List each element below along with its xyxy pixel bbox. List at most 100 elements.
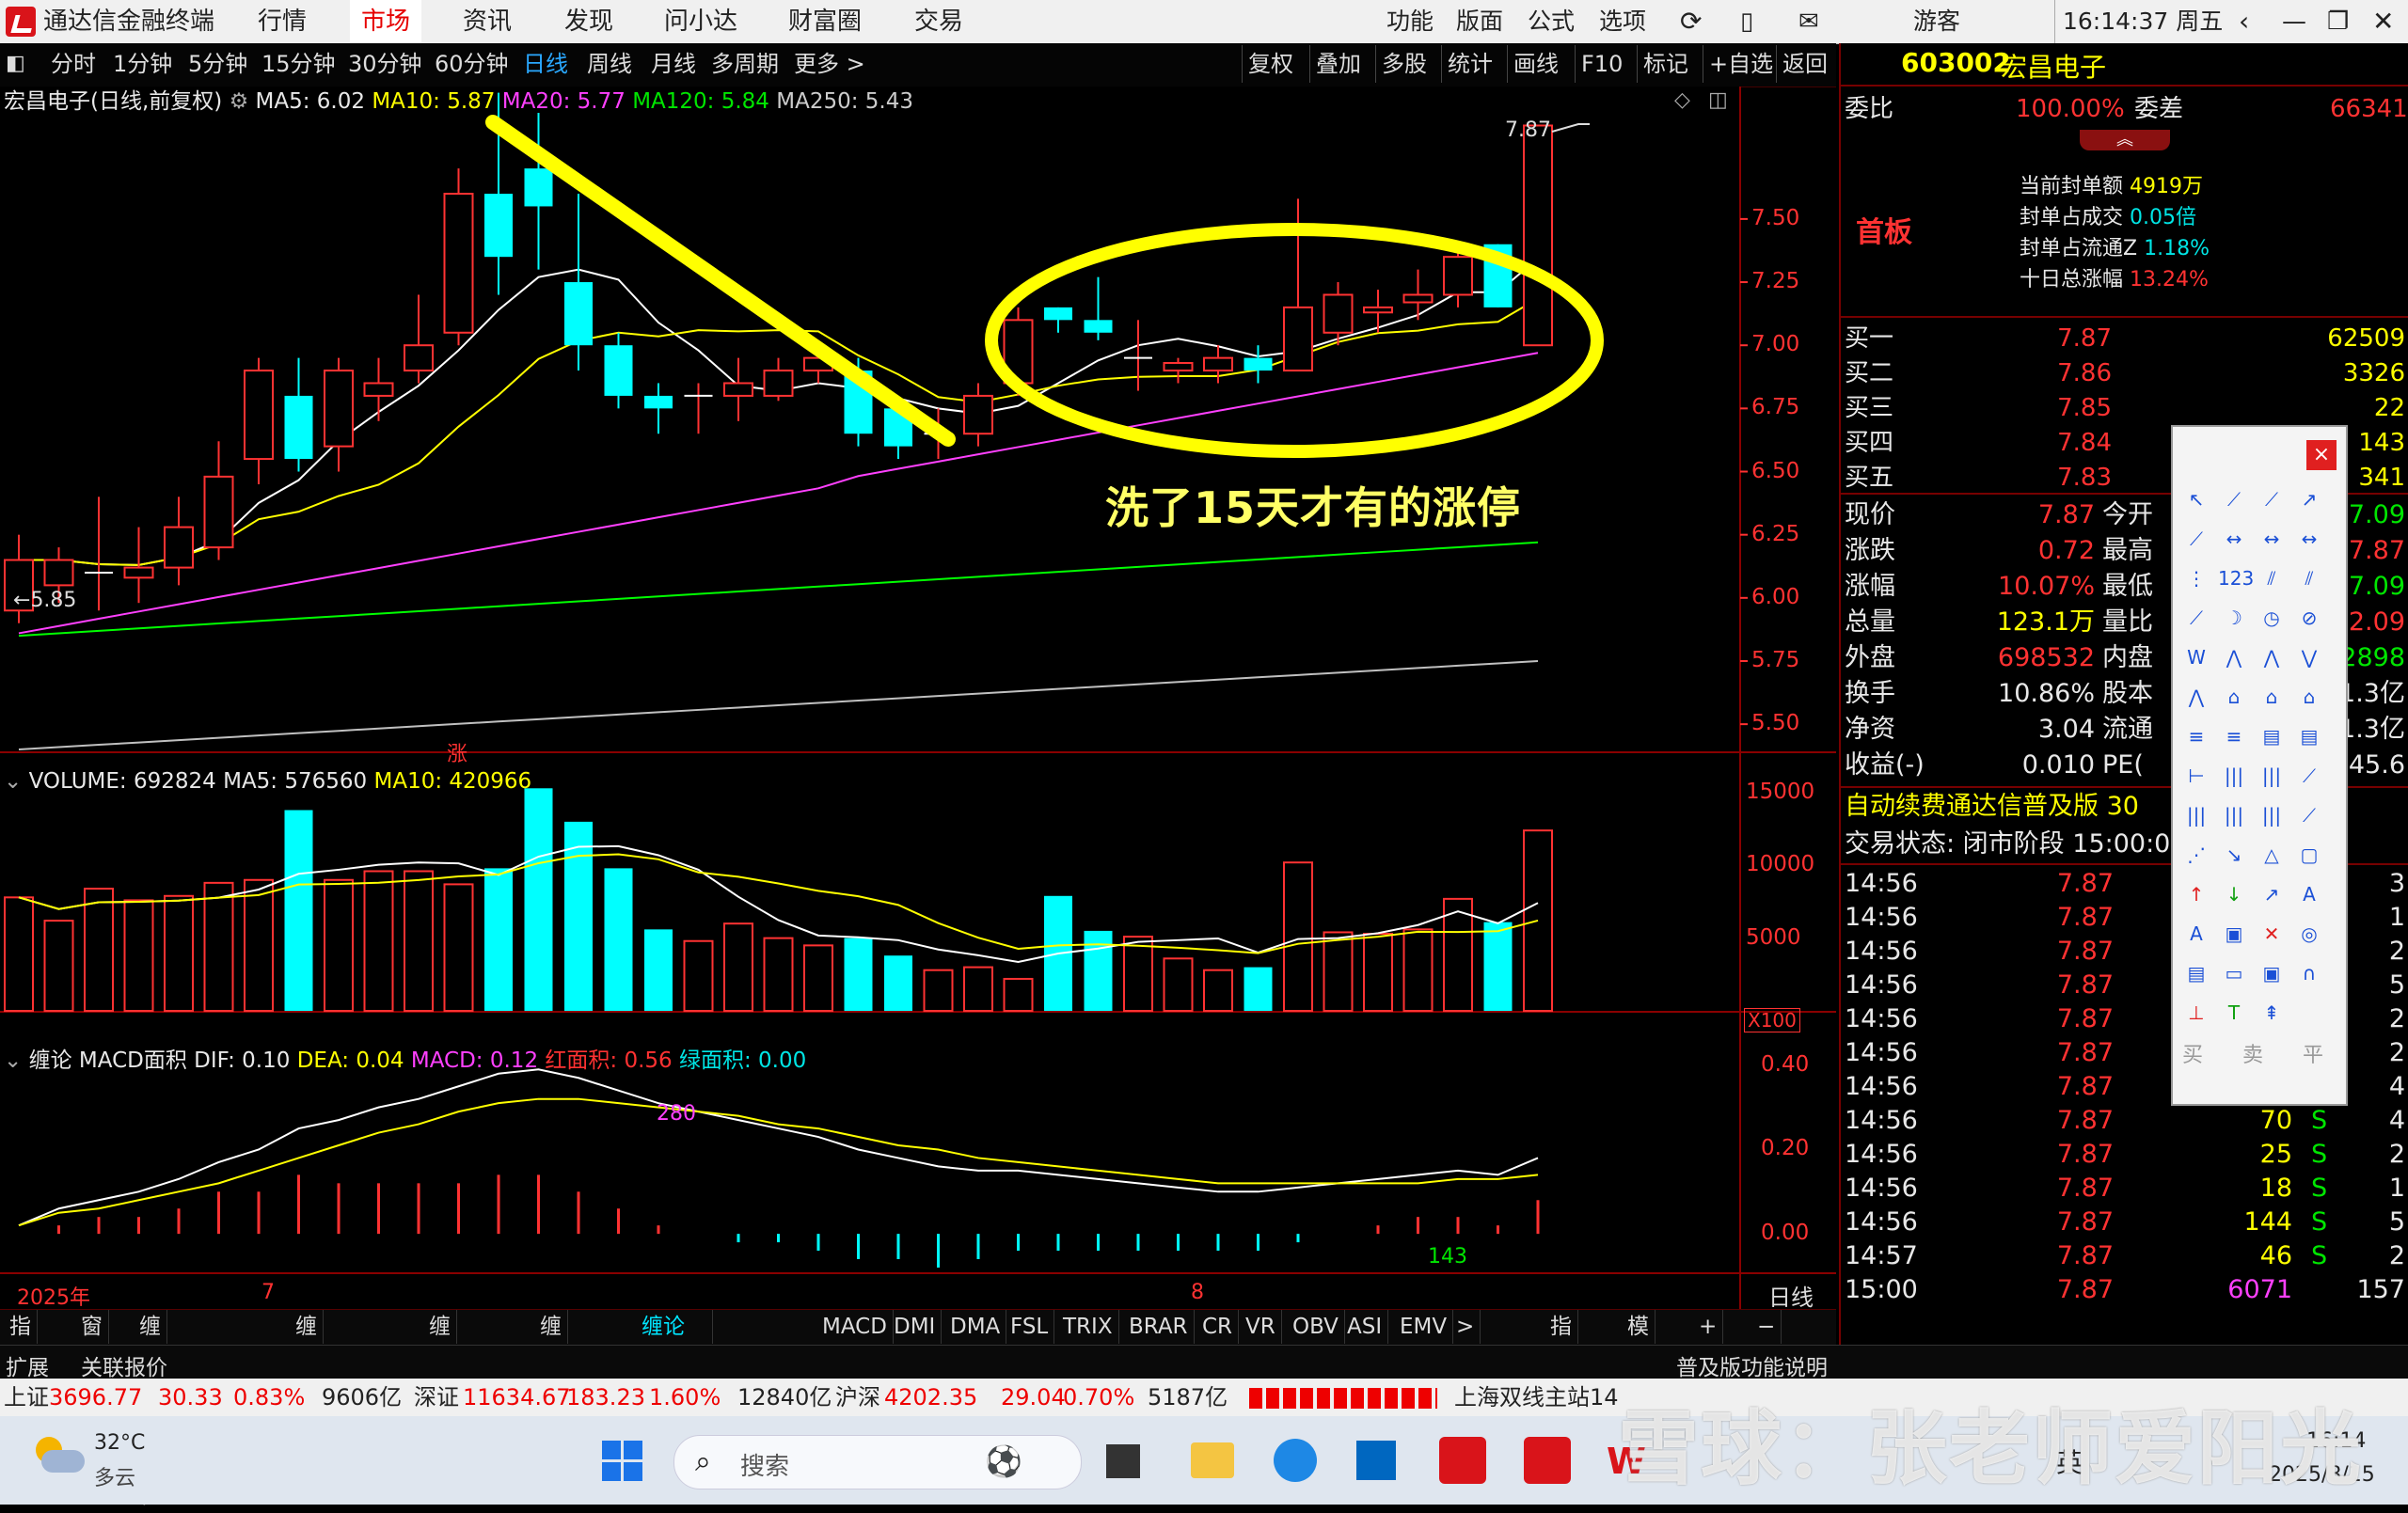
collapse-icon[interactable]: ︽: [2080, 130, 2170, 150]
volume-bar[interactable]: [203, 881, 234, 1012]
volume-bar[interactable]: [363, 870, 394, 1013]
period-1min[interactable]: 1分钟: [113, 43, 172, 85]
draw-tool-icon[interactable]: 123: [2218, 564, 2254, 592]
draw-tool-icon[interactable]: ⌂: [2218, 683, 2250, 711]
draw-tool-icon[interactable]: ☽: [2218, 604, 2250, 632]
period-daily[interactable]: 日线: [523, 43, 568, 85]
draw-tool-icon[interactable]: |||: [2256, 762, 2288, 790]
draw-tool-icon[interactable]: ⊥: [2180, 999, 2212, 1027]
volume-bar[interactable]: [1123, 936, 1153, 1012]
draw-tool-icon[interactable]: ↑: [2180, 880, 2212, 908]
draw-tool-icon[interactable]: |||: [2180, 801, 2212, 829]
period-60min[interactable]: 60分钟: [435, 43, 509, 85]
menu-hangqing[interactable]: 行情: [258, 0, 307, 43]
phone-icon[interactable]: ▯: [1740, 0, 1753, 43]
draw-tool-icon[interactable]: ▢: [2293, 841, 2325, 869]
indicator-right-tab[interactable]: +: [1693, 1310, 1724, 1344]
draw-tool-icon[interactable]: ⋁: [2293, 643, 2325, 671]
indicator-tab[interactable]: 缠论 MACD面积: [636, 1310, 713, 1407]
draw-tool-icon[interactable]: ▤: [2180, 959, 2212, 987]
indicator-right-tab[interactable]: 模 板: [1622, 1310, 1656, 1373]
toggle-panel-icon[interactable]: ◧: [6, 43, 25, 85]
draw-tool-icon[interactable]: ∩: [2293, 959, 2325, 987]
windows-start-icon[interactable]: [602, 1441, 643, 1482]
indicator-tab[interactable]: ASI: [1341, 1310, 1389, 1344]
indicator-tab[interactable]: 窗口: [75, 1310, 109, 1373]
period-5min[interactable]: 5分钟: [188, 43, 247, 85]
draw-tool-icon[interactable]: |||: [2256, 801, 2288, 829]
volume-bar[interactable]: [404, 870, 434, 1013]
draw-tool-icon[interactable]: ◎: [2293, 920, 2325, 948]
period-more[interactable]: 更多 >: [794, 43, 865, 85]
volume-bar[interactable]: [763, 937, 794, 1012]
volume-menu-icon[interactable]: ⌄: [4, 769, 22, 794]
menu-gongneng[interactable]: 功能: [1386, 0, 1434, 43]
volume-bar[interactable]: [123, 899, 154, 1012]
volume-bar[interactable]: [644, 929, 673, 1011]
btn-zixuan[interactable]: +自选: [1703, 45, 1779, 83]
period-15min[interactable]: 15分钟: [261, 43, 336, 85]
restore-icon[interactable]: ❐: [2327, 0, 2349, 43]
promo-text[interactable]: 自动续费通达信普及版 30: [1845, 790, 2139, 824]
taskbar-search[interactable]: ⌕ 搜索 ⚽: [673, 1435, 1082, 1489]
bid-price[interactable]: 7.87: [1980, 322, 2112, 355]
indicator-tab[interactable]: CR: [1196, 1310, 1240, 1344]
layout-icon[interactable]: ◫: [1708, 88, 1728, 112]
draw-tool-icon[interactable]: ▣: [2218, 920, 2250, 948]
bid-price[interactable]: 7.83: [1980, 461, 2112, 495]
draw-tool-icon[interactable]: ↖: [2180, 485, 2212, 513]
draw-tool-icon[interactable]: ▤: [2256, 722, 2288, 750]
candle[interactable]: [443, 168, 474, 346]
volume-bar[interactable]: [923, 969, 954, 1013]
task-view-icon[interactable]: [1106, 1444, 1140, 1478]
draw-tool-icon[interactable]: ⫽: [2293, 564, 2325, 592]
draw-tool-icon[interactable]: ↓: [2218, 880, 2250, 908]
store-icon[interactable]: [1356, 1441, 1396, 1480]
indicator-tab[interactable]: 缠论 笔段: [423, 1310, 457, 1441]
draw-tool-icon[interactable]: ▤: [2293, 722, 2325, 750]
volume-bar[interactable]: [723, 922, 753, 1012]
message-icon[interactable]: ✉: [1798, 0, 1819, 43]
draw-tool-icon[interactable]: ⋰: [2180, 841, 2212, 869]
tdx2-taskbar-icon[interactable]: [1524, 1437, 1571, 1484]
draw-tool-icon[interactable]: ⟋: [2180, 525, 2212, 553]
volume-bar[interactable]: [1283, 861, 1313, 1013]
period-weekly[interactable]: 周线: [587, 43, 632, 85]
bid-price[interactable]: 7.86: [1980, 356, 2112, 390]
volume-bar[interactable]: [4, 896, 34, 1012]
draw-tool-icon[interactable]: △: [2256, 841, 2288, 869]
tdx-taskbar-icon[interactable]: [1439, 1437, 1486, 1484]
volume-bar[interactable]: [963, 966, 993, 1013]
btn-huaxian[interactable]: 画线: [1507, 45, 1564, 83]
volume-bar[interactable]: [244, 878, 274, 1012]
diamond-icon[interactable]: ◇: [1674, 88, 1690, 112]
menu-xuanxiang[interactable]: 选项: [1599, 0, 1646, 43]
settings-icon[interactable]: ⚙: [230, 89, 256, 114]
draw-tool-icon[interactable]: ⟋: [2218, 485, 2250, 513]
btn-f10[interactable]: F10: [1575, 45, 1628, 83]
btn-fanhui[interactable]: 返回: [1776, 45, 1833, 83]
indicator-tab[interactable]: BRAR: [1123, 1310, 1195, 1344]
draw-tool-icon[interactable]: ↔: [2218, 525, 2250, 553]
edge-icon[interactable]: [1274, 1439, 1317, 1482]
volume-bar[interactable]: [164, 894, 194, 1012]
draw-tool-icon[interactable]: ≡: [2218, 722, 2250, 750]
period-30min[interactable]: 30分钟: [348, 43, 422, 85]
volume-bar[interactable]: [484, 868, 513, 1011]
ext-expand[interactable]: 扩展: [6, 1349, 49, 1381]
user-label[interactable]: 游客: [1913, 0, 1960, 43]
kline-chart-area[interactable]: [0, 87, 1836, 1309]
indicator-right-tab[interactable]: 指标B: [1545, 1310, 1578, 1407]
indicator-tab[interactable]: 缠论 全: [534, 1310, 568, 1407]
btn-fuquan[interactable]: 复权: [1242, 45, 1299, 83]
volume-bar[interactable]: [284, 810, 313, 1011]
ext-related-quote[interactable]: 关联报价: [81, 1349, 167, 1381]
volume-bar[interactable]: [683, 939, 714, 1012]
minimize-icon[interactable]: —: [2282, 0, 2306, 43]
volume-bar[interactable]: [1323, 931, 1354, 1012]
menu-jiaoyi[interactable]: 交易: [914, 0, 963, 43]
draw-tool-icon[interactable]: ⋀: [2218, 643, 2250, 671]
draw-tool-icon[interactable]: ⇞: [2256, 999, 2288, 1027]
draw-tool-icon[interactable]: ⟋: [2180, 604, 2212, 632]
indicator-right-tab[interactable]: −: [1751, 1310, 1782, 1344]
